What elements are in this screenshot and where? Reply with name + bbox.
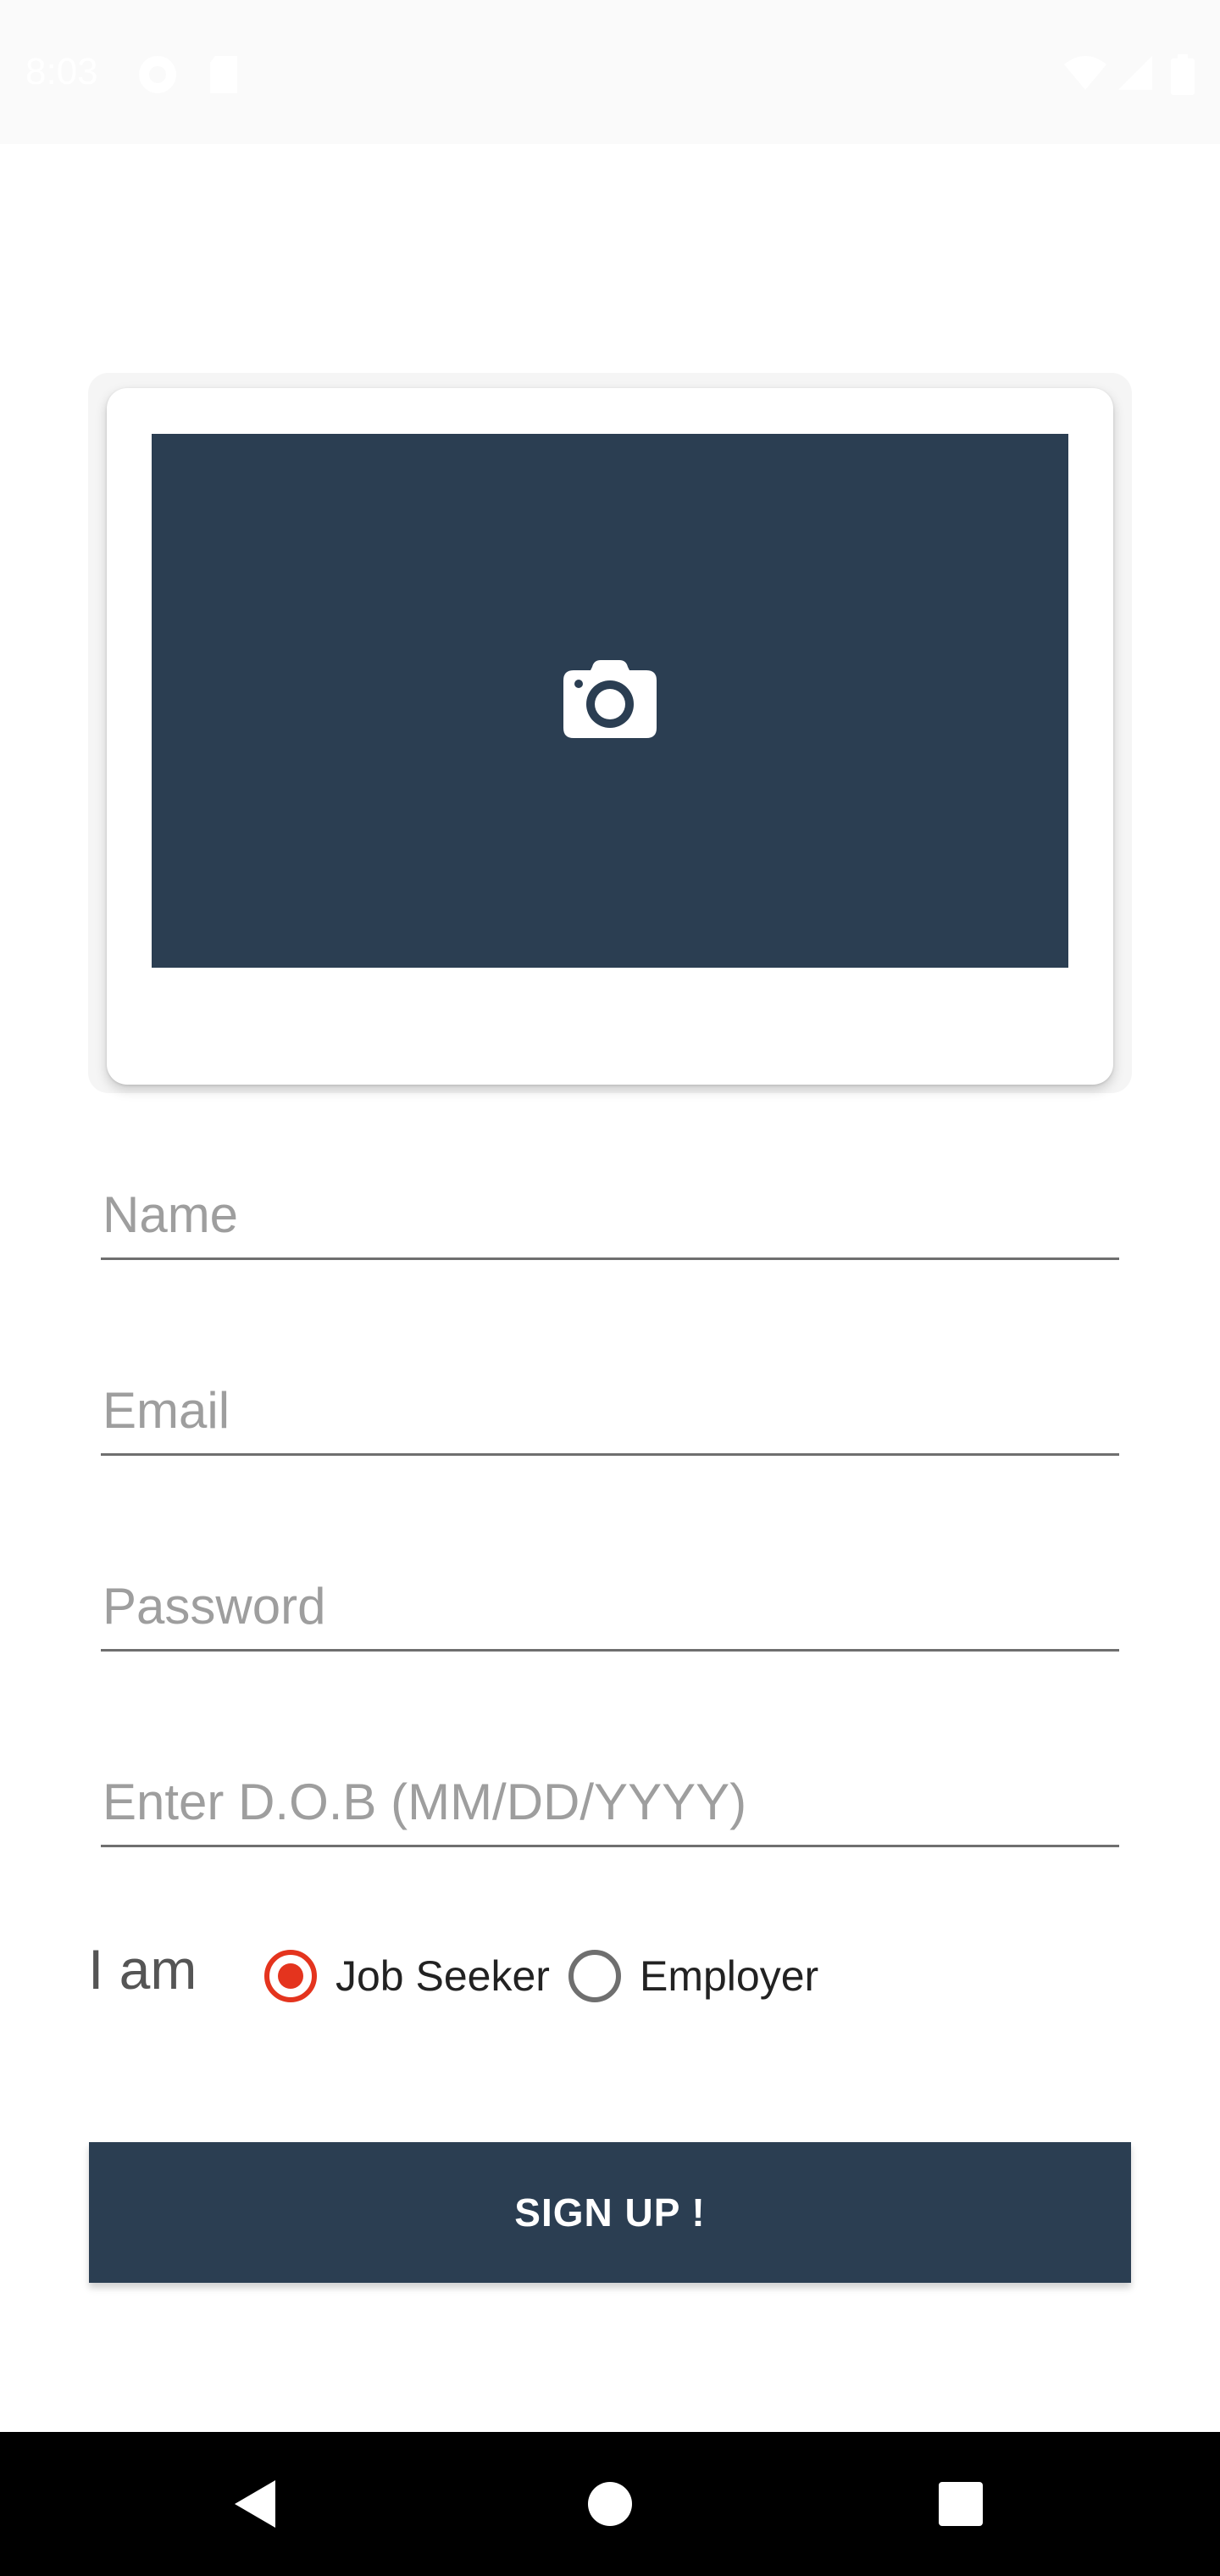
name-placeholder: Name: [103, 1186, 239, 1243]
radio-employer-label: Employer: [640, 1952, 819, 2000]
nav-home-button[interactable]: [542, 2432, 678, 2576]
password-field[interactable]: Password: [101, 1556, 1119, 1652]
email-placeholder: Email: [103, 1382, 230, 1439]
nav-back-button[interactable]: [186, 2432, 322, 2576]
radio-employer[interactable]: Employer: [568, 1946, 818, 2007]
recents-icon: [939, 2482, 983, 2526]
radio-unchecked-icon[interactable]: [568, 1950, 621, 2002]
email-field[interactable]: Email: [101, 1360, 1119, 1456]
name-field[interactable]: Name: [101, 1164, 1119, 1260]
photo-picker[interactable]: [152, 434, 1068, 968]
sd-card-icon: [207, 54, 241, 99]
wifi-icon: [1062, 54, 1108, 96]
role-label: I am: [88, 1938, 197, 2001]
home-icon: [588, 2482, 632, 2526]
password-placeholder: Password: [103, 1578, 326, 1635]
radio-checked-icon[interactable]: [264, 1950, 317, 2002]
pocket-casts-icon: [137, 54, 178, 99]
dob-field[interactable]: Enter D.O.B (MM/DD/YYYY): [101, 1752, 1119, 1847]
back-icon: [235, 2480, 275, 2528]
status-bar: 8:03: [0, 0, 1220, 144]
radio-job-seeker[interactable]: Job Seeker: [264, 1946, 550, 2007]
signup-button[interactable]: SIGN UP !: [89, 2142, 1131, 2283]
nav-bar: [0, 2432, 1220, 2576]
battery-icon: [1171, 54, 1195, 99]
dob-placeholder: Enter D.O.B (MM/DD/YYYY): [103, 1774, 747, 1830]
cell-signal-icon: [1117, 54, 1154, 96]
nav-recents-button[interactable]: [893, 2432, 1029, 2576]
radio-job-seeker-label: Job Seeker: [336, 1952, 550, 2000]
camera-icon: [562, 658, 658, 744]
status-time: 8:03: [25, 51, 98, 92]
